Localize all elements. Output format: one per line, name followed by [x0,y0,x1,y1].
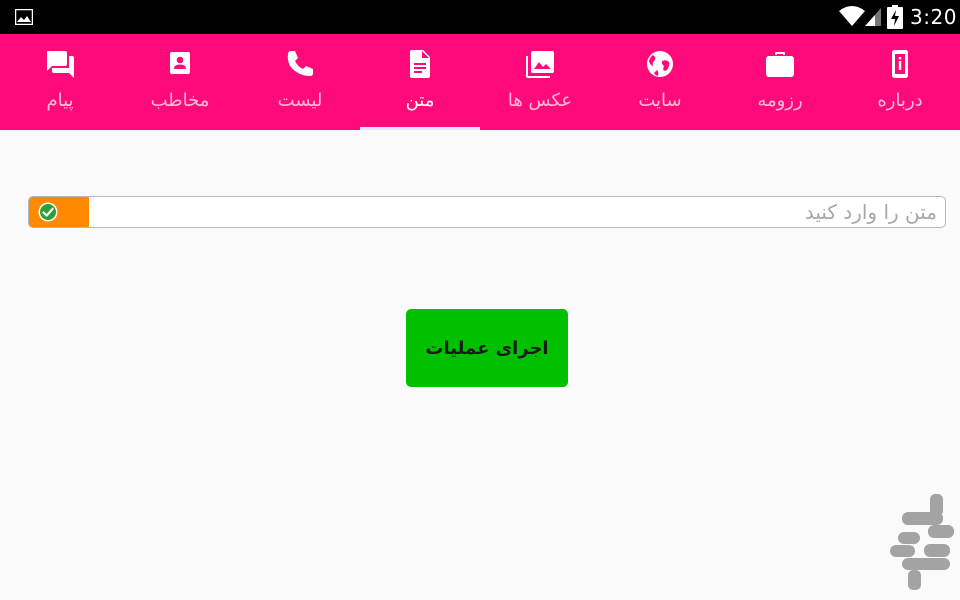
photo-library-icon [526,51,554,78]
text-field [28,196,946,228]
tab-text[interactable]: متن [360,34,480,130]
tab-contact[interactable]: مخاطب [120,34,240,130]
status-bar: 3:20 [0,0,960,34]
tab-selected-indicator [360,127,480,130]
check-circle-icon [38,202,58,222]
tab-label: پیام [46,90,74,111]
signal-icon [865,8,881,26]
tab-photos[interactable]: عکس ها [480,34,600,130]
gallery-icon [15,9,33,25]
clock: 3:20 [910,5,957,29]
bazaar-logo-icon [890,494,954,590]
document-icon [410,50,430,78]
tab-label: سایت [638,90,682,111]
tab-bar: درباره رزومه سایت عکس ها متن لیست مخاطب … [0,34,960,130]
text-input[interactable] [91,197,943,227]
battery-charging-icon [887,5,903,29]
tab-resume[interactable]: رزومه [720,34,840,130]
info-icon [892,50,908,78]
tab-label: لیست [277,90,323,111]
run-operations-button[interactable]: اجرای عملیات [406,309,568,387]
tab-message[interactable]: پیام [0,34,120,130]
tab-label: مخاطب [150,90,210,111]
briefcase-icon [766,52,794,77]
tab-label: رزومه [757,90,803,111]
globe-icon [647,51,673,77]
tab-label: عکس ها [507,90,573,111]
phone-icon [287,51,313,76]
wifi-icon [839,6,865,26]
chat-icon [47,51,74,78]
check-badge[interactable] [29,197,89,227]
tab-about[interactable]: درباره [840,34,960,130]
tab-label: متن [405,90,435,111]
contact-icon [170,52,190,74]
tab-list[interactable]: لیست [240,34,360,130]
tab-site[interactable]: سایت [600,34,720,130]
tab-label: درباره [877,90,923,111]
